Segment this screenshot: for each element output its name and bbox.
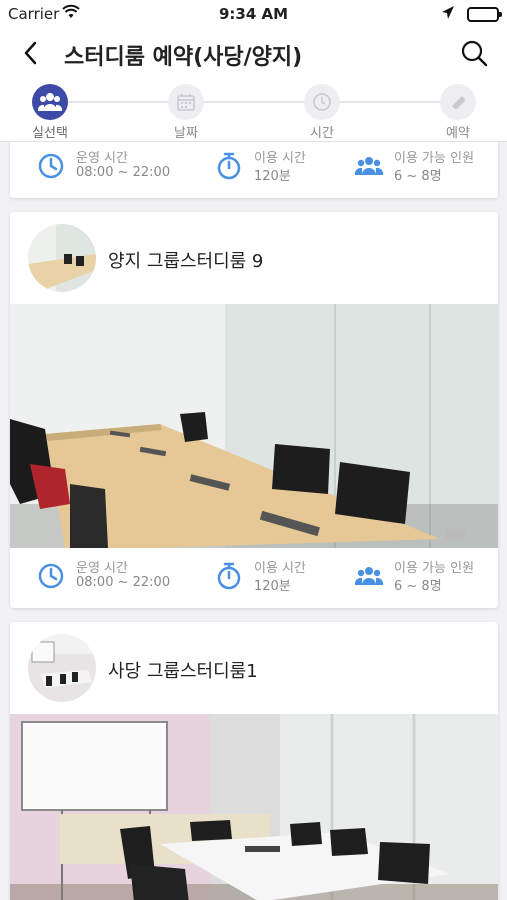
stopwatch-icon [217, 562, 241, 590]
step-label: 날짜 [174, 126, 198, 141]
people-icon [354, 567, 384, 585]
stopwatch-icon [217, 152, 241, 180]
info-label: 이용 시간 [254, 151, 306, 166]
info-value: 120분 [254, 169, 291, 184]
step-date[interactable]: 날짜 [146, 84, 226, 141]
room-card-header: 사당 그룹스터디룸1 [10, 622, 498, 714]
page-title: 스터디룸 예약(사당/양지) [64, 45, 303, 70]
step-label: 시간 [310, 126, 334, 141]
location-arrow-icon [441, 5, 455, 25]
room-thumbnail [28, 634, 96, 702]
clock-time: 9:34 AM [218, 5, 289, 23]
people-icon [32, 84, 68, 120]
people-icon [354, 157, 384, 175]
step-reserve[interactable]: 예약 [418, 84, 498, 141]
room-card[interactable]: 양지 그룹스터디룸 9 운영 시간 08:00 ~ 22:00 이용 시간 12… [10, 212, 498, 608]
room-card[interactable]: 사당 그룹스터디룸1 [10, 622, 498, 900]
clock-icon [38, 563, 64, 589]
room-photo [10, 714, 498, 900]
info-label: 운영 시간 [76, 561, 128, 576]
room-name: 양지 그룹스터디룸 9 [108, 251, 264, 272]
info-label: 이용 가능 인원 [394, 151, 475, 166]
room-card[interactable]: 운영 시간 08:00 ~ 22:00 이용 시간 120분 이용 가능 인원 … [10, 142, 498, 198]
step-room-select[interactable]: 실선택 [10, 84, 90, 141]
info-value: 08:00 ~ 22:00 [76, 575, 171, 590]
info-value: 120분 [254, 579, 291, 594]
room-name: 사당 그룹스터디룸1 [108, 661, 258, 682]
search-icon [461, 40, 488, 67]
step-time[interactable]: 시간 [282, 84, 362, 141]
calendar-icon [168, 84, 204, 120]
info-label: 운영 시간 [76, 151, 128, 166]
battery-icon [467, 7, 502, 22]
info-label: 이용 가능 인원 [394, 561, 475, 576]
chevron-left-icon [24, 41, 37, 65]
room-thumbnail [28, 224, 96, 292]
back-button[interactable] [18, 38, 48, 68]
ticket-icon [440, 84, 476, 120]
status-bar: Carrier 9:34 AM [0, 0, 507, 28]
room-list[interactable]: 운영 시간 08:00 ~ 22:00 이용 시간 120분 이용 가능 인원 … [0, 142, 507, 900]
clock-icon [38, 153, 64, 179]
info-value: 08:00 ~ 22:00 [76, 165, 171, 180]
navigation-bar: 스터디룸 예약(사당/양지) [0, 28, 507, 80]
room-info-row: 운영 시간 08:00 ~ 22:00 이용 시간 120분 이용 가능 인원 … [10, 548, 498, 606]
info-label: 이용 시간 [254, 561, 306, 576]
booking-stepper: 실선택 날짜 시간 예약 [0, 80, 507, 142]
search-button[interactable] [459, 38, 489, 68]
stepper-line [50, 101, 458, 103]
room-card-header: 양지 그룹스터디룸 9 [10, 212, 498, 304]
info-value: 6 ~ 8명 [394, 169, 442, 184]
room-photo [10, 304, 498, 548]
step-label: 실선택 [32, 126, 68, 141]
clock-icon [304, 84, 340, 120]
step-label: 예약 [446, 126, 470, 141]
info-value: 6 ~ 8명 [394, 579, 442, 594]
room-info-row: 운영 시간 08:00 ~ 22:00 이용 시간 120분 이용 가능 인원 … [10, 142, 498, 196]
